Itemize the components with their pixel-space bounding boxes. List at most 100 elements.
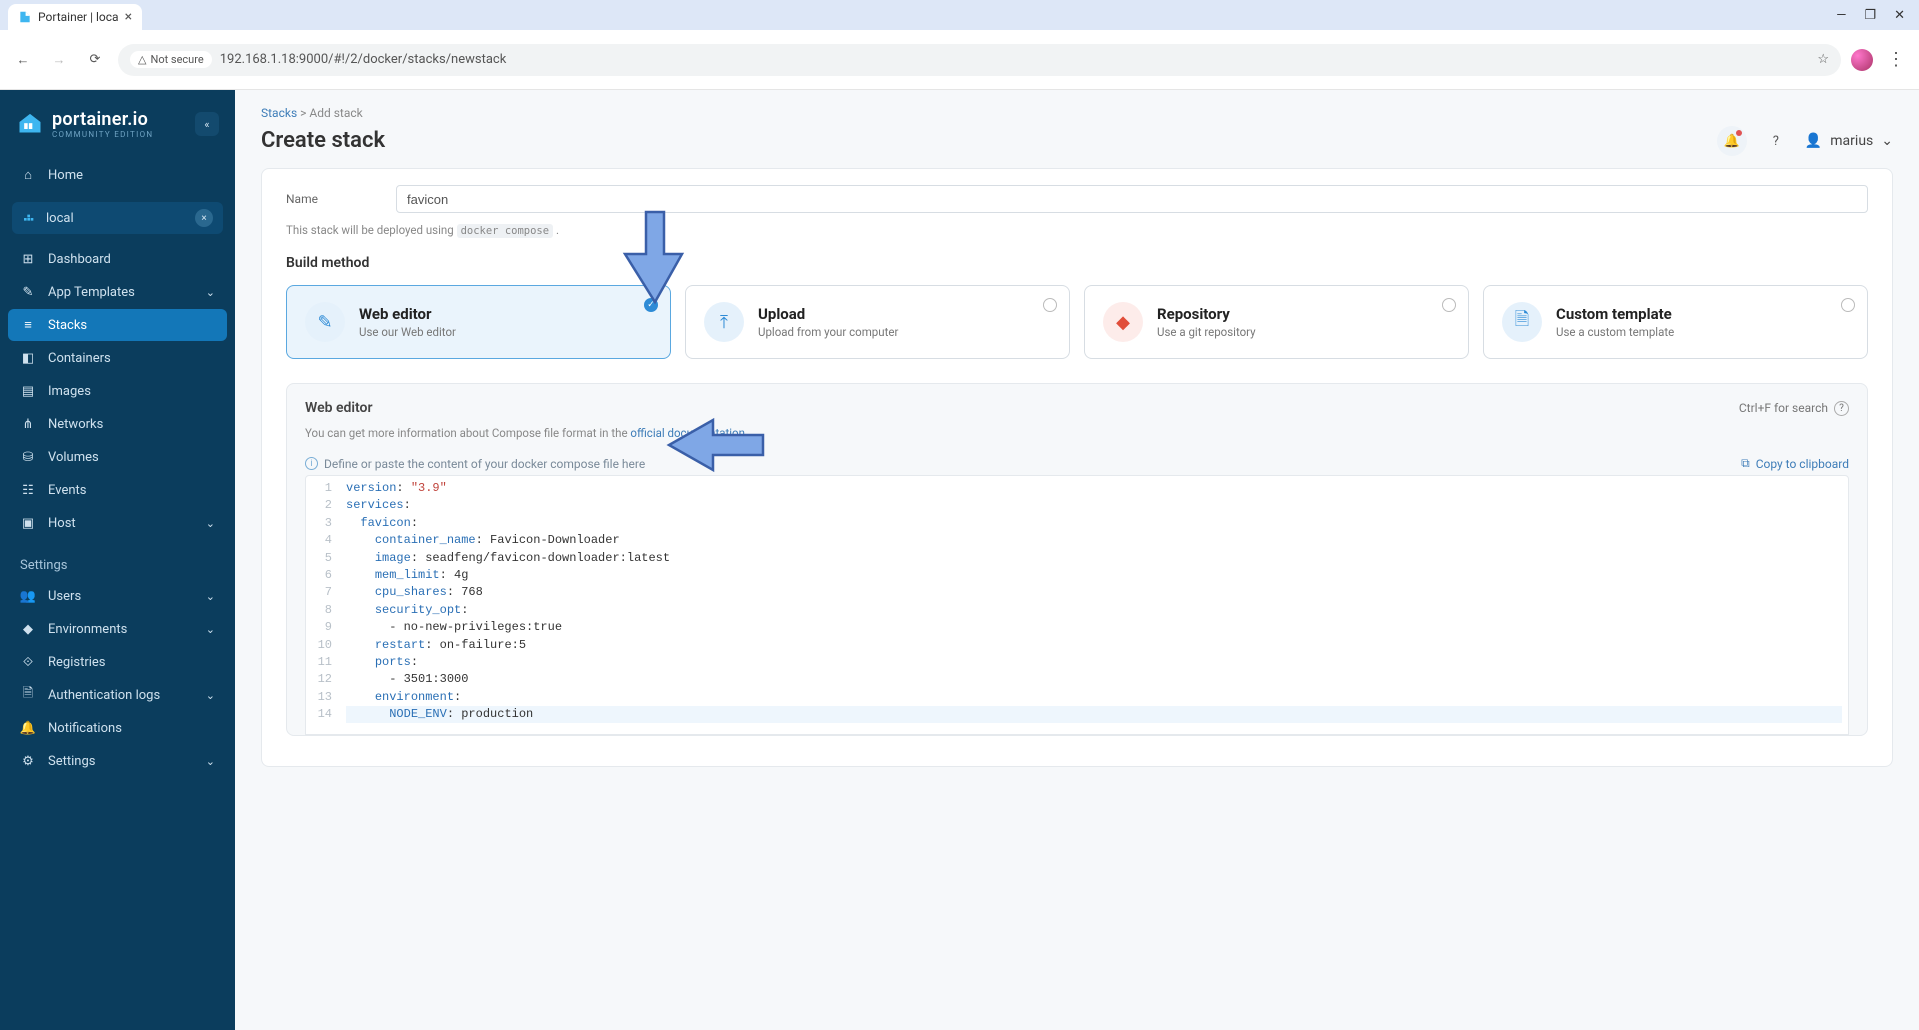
nav-reload-icon[interactable]: ⟳ <box>82 47 108 73</box>
tab-favicon-icon <box>18 10 32 24</box>
url-text: 192.168.1.18:9000/#!/2/docker/stacks/new… <box>220 52 507 67</box>
user-name: marius <box>1830 133 1873 149</box>
editor-gutter: 1234567891011121314 <box>306 476 340 734</box>
breadcrumb: Stacks > Add stack <box>261 106 385 120</box>
browser-tab[interactable]: Portainer | loca × <box>8 4 142 30</box>
code-line: image: seadfeng/favicon-downloader:lates… <box>346 550 1842 567</box>
sidebar-item-label: Users <box>48 589 81 604</box>
sidebar-item-settings[interactable]: ⚙Settings⌄ <box>8 745 227 777</box>
code-line: ports: <box>346 654 1842 671</box>
gear-icon: ⚙ <box>20 753 36 769</box>
notification-badge <box>1736 130 1742 136</box>
warning-icon: △ <box>138 53 146 66</box>
registries-icon: ⟐ <box>20 654 36 670</box>
sidebar-item-host[interactable]: ▣Host⌄ <box>8 507 227 539</box>
sidebar-item-dashboard[interactable]: ⊞ Dashboard <box>8 243 227 275</box>
editor-body[interactable]: version: "3.9"services: favicon: contain… <box>340 476 1848 734</box>
notifications-button[interactable]: 🔔 <box>1717 126 1747 156</box>
networks-icon: ⋔ <box>20 416 36 432</box>
portainer-logo-icon <box>16 108 44 140</box>
search-hint: Ctrl+F for search ? <box>1739 401 1849 416</box>
build-method-label: Build method <box>286 255 1868 271</box>
chevron-down-icon: ⌄ <box>206 755 215 768</box>
build-method-web-editor[interactable]: ✎Web editorUse our Web editor✓ <box>286 285 671 359</box>
star-icon[interactable]: ☆ <box>1817 52 1829 67</box>
window-maximize-icon[interactable]: ❐ <box>1864 8 1876 23</box>
method-subtitle: Use our Web editor <box>359 325 456 339</box>
code-line: cpu_shares: 768 <box>346 584 1842 601</box>
code-line: favicon: <box>346 515 1842 532</box>
tab-close-icon[interactable]: × <box>125 9 132 25</box>
environment-pill[interactable]: local × <box>12 202 223 234</box>
chevron-down-icon: ⌄ <box>206 517 215 530</box>
browser-menu-icon[interactable]: ⋮ <box>1883 47 1909 73</box>
method-title: Repository <box>1157 305 1256 323</box>
profile-avatar-icon[interactable] <box>1851 49 1873 71</box>
containers-icon: ◧ <box>20 350 36 366</box>
editor-title: Web editor <box>305 400 373 416</box>
file-icon: 🗎 <box>1502 302 1542 342</box>
docs-link[interactable]: official documentation <box>630 426 745 440</box>
editor-placeholder-hint: i Define or paste the content of your do… <box>305 457 645 471</box>
window-close-icon[interactable]: ✕ <box>1894 8 1905 23</box>
chevron-down-icon: ⌄ <box>1881 133 1893 149</box>
brand-logo[interactable]: portainer.io COMMUNITY EDITION <box>16 108 153 140</box>
help-icon[interactable]: ? <box>1834 401 1849 416</box>
sidebar-item-environments[interactable]: ◆Environments⌄ <box>8 613 227 645</box>
help-icon: ? <box>1773 134 1779 149</box>
main-content: Stacks > Add stack Create stack 🔔 ? 👤 ma… <box>235 90 1919 1030</box>
build-method-custom-template[interactable]: 🗎Custom templateUse a custom template <box>1483 285 1868 359</box>
sidebar-item-label: Home <box>48 168 83 183</box>
template-icon: ✎ <box>20 284 36 300</box>
user-menu[interactable]: 👤 marius ⌄ <box>1805 133 1893 149</box>
sidebar-item-stacks[interactable]: ≡Stacks <box>8 309 227 341</box>
sidebar-item-notifications[interactable]: 🔔Notifications <box>8 712 227 744</box>
sidebar-item-label: Environments <box>48 622 127 637</box>
build-method-repository[interactable]: ◆RepositoryUse a git repository <box>1084 285 1469 359</box>
dashboard-icon: ⊞ <box>20 251 36 267</box>
sidebar-item-label: Dashboard <box>48 252 111 267</box>
name-label: Name <box>286 192 336 206</box>
sidebar-item-events[interactable]: ☷Events <box>8 474 227 506</box>
sidebar-item-authentication-logs[interactable]: 🗎Authentication logs⌄ <box>8 679 227 711</box>
sidebar-item-images[interactable]: ▤Images <box>8 375 227 407</box>
build-method-upload[interactable]: ⤒UploadUpload from your computer <box>685 285 1070 359</box>
sidebar-item-label: Notifications <box>48 721 122 736</box>
window-minimize-icon[interactable]: — <box>1836 8 1846 23</box>
nav-forward-icon[interactable]: → <box>46 47 72 73</box>
breadcrumb-root[interactable]: Stacks <box>261 106 297 120</box>
sidebar-item-label: Registries <box>48 655 106 670</box>
upload-icon: ⤒ <box>704 302 744 342</box>
sidebar-item-label: Containers <box>48 351 111 366</box>
help-button[interactable]: ? <box>1761 126 1791 156</box>
nav-back-icon[interactable]: ← <box>10 47 36 73</box>
window-controls: — ❐ ✕ <box>1836 0 1919 30</box>
home-icon: ⌂ <box>20 167 36 183</box>
compose-code-editor[interactable]: 1234567891011121314 version: "3.9"servic… <box>305 475 1849 735</box>
sidebar-item-volumes[interactable]: ⛁Volumes <box>8 441 227 473</box>
security-badge[interactable]: △ Not secure <box>130 51 212 68</box>
sidebar-item-users[interactable]: 👥Users⌄ <box>8 580 227 612</box>
edit-icon: ✎ <box>305 302 345 342</box>
environment-close-icon[interactable]: × <box>195 209 213 227</box>
code-line: - 3501:3000 <box>346 671 1842 688</box>
sidebar-item-containers[interactable]: ◧ Containers <box>8 342 227 374</box>
copy-to-clipboard-button[interactable]: ⧉ Copy to clipboard <box>1741 456 1849 471</box>
info-icon: i <box>305 457 318 470</box>
sidebar-item-networks[interactable]: ⋔ Networks <box>8 408 227 440</box>
sidebar-item-label: Events <box>48 483 86 498</box>
brand-name: portainer.io <box>52 109 153 130</box>
volumes-icon: ⛁ <box>20 449 36 465</box>
sidebar-section-settings: Settings <box>8 540 227 579</box>
stack-name-input[interactable] <box>396 185 1868 213</box>
brand-edition: COMMUNITY EDITION <box>52 130 153 139</box>
url-field[interactable]: △ Not secure 192.168.1.18:9000/#!/2/dock… <box>118 44 1841 76</box>
editor-info: You can get more information about Compo… <box>305 426 1849 440</box>
sidebar-item-registries[interactable]: ⟐ Registries <box>8 646 227 678</box>
radio-indicator <box>1442 298 1456 312</box>
sidebar-item-home[interactable]: ⌂ Home <box>8 159 227 191</box>
sidebar-item-app-templates[interactable]: ✎App Templates⌄ <box>8 276 227 308</box>
sidebar-item-label: Networks <box>48 417 103 432</box>
sidebar-collapse-button[interactable]: « <box>195 112 219 136</box>
sidebar: portainer.io COMMUNITY EDITION « ⌂ Home … <box>0 90 235 1030</box>
